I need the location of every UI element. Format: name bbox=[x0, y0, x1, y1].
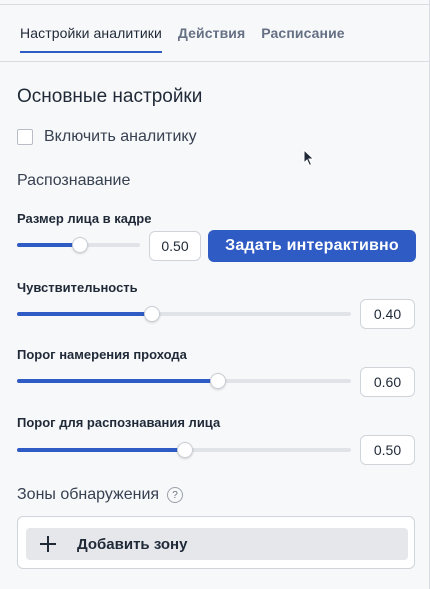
face-size-label: Размер лица в кадре bbox=[17, 211, 152, 226]
tabs-divider bbox=[0, 61, 429, 62]
slider-thumb[interactable] bbox=[210, 373, 227, 389]
face-threshold-label: Порог для распознавания лица bbox=[17, 415, 221, 430]
tab-analytics-settings[interactable]: Настройки аналитики bbox=[20, 25, 162, 53]
set-interactively-button[interactable]: Задать интерактивно bbox=[208, 230, 416, 262]
analytics-settings-panel: Настройки аналитики Действия Расписание … bbox=[0, 0, 430, 589]
top-divider bbox=[0, 4, 429, 5]
add-zone-button[interactable]: Добавить зону bbox=[26, 528, 408, 560]
pass-intent-slider[interactable] bbox=[17, 372, 351, 390]
add-zone-label: Добавить зону bbox=[77, 535, 188, 553]
slider-fill bbox=[17, 312, 151, 316]
recognition-subtitle: Распознавание bbox=[17, 172, 131, 189]
slider-thumb[interactable] bbox=[143, 306, 160, 322]
enable-analytics-label: Включить аналитику bbox=[44, 128, 197, 145]
tab-bar: Настройки аналитики Действия Расписание bbox=[20, 25, 345, 53]
enable-analytics-checkbox[interactable] bbox=[17, 129, 33, 145]
pass-intent-label: Порог намерения прохода bbox=[17, 347, 187, 362]
face-threshold-value-input[interactable]: 0.50 bbox=[360, 435, 415, 465]
help-icon[interactable]: ? bbox=[167, 487, 184, 503]
slider-thumb[interactable] bbox=[71, 237, 88, 253]
face-size-slider[interactable] bbox=[17, 236, 140, 254]
slider-fill bbox=[17, 448, 184, 452]
tab-schedule[interactable]: Расписание bbox=[261, 25, 344, 53]
plus-icon bbox=[39, 535, 57, 553]
slider-thumb[interactable] bbox=[177, 442, 193, 458]
mouse-cursor-icon bbox=[303, 149, 315, 167]
tab-actions[interactable]: Действия bbox=[178, 25, 245, 53]
pass-intent-value-input[interactable]: 0.60 bbox=[360, 367, 415, 397]
slider-fill bbox=[17, 379, 218, 383]
face-threshold-slider[interactable] bbox=[17, 441, 351, 459]
section-title: Основные настройки bbox=[17, 86, 203, 107]
detection-zones-header: Зоны обнаружения ? bbox=[17, 486, 184, 504]
detection-zones-list: Добавить зону bbox=[17, 516, 415, 569]
sensitivity-slider[interactable] bbox=[17, 305, 351, 323]
face-size-value-input[interactable]: 0.50 bbox=[149, 231, 201, 261]
detection-zones-title: Зоны обнаружения bbox=[17, 486, 160, 503]
enable-analytics-row[interactable]: Включить аналитику bbox=[17, 128, 197, 146]
sensitivity-value-input[interactable]: 0.40 bbox=[360, 299, 415, 329]
slider-fill bbox=[17, 243, 79, 247]
sensitivity-label: Чувствительность bbox=[17, 280, 138, 295]
